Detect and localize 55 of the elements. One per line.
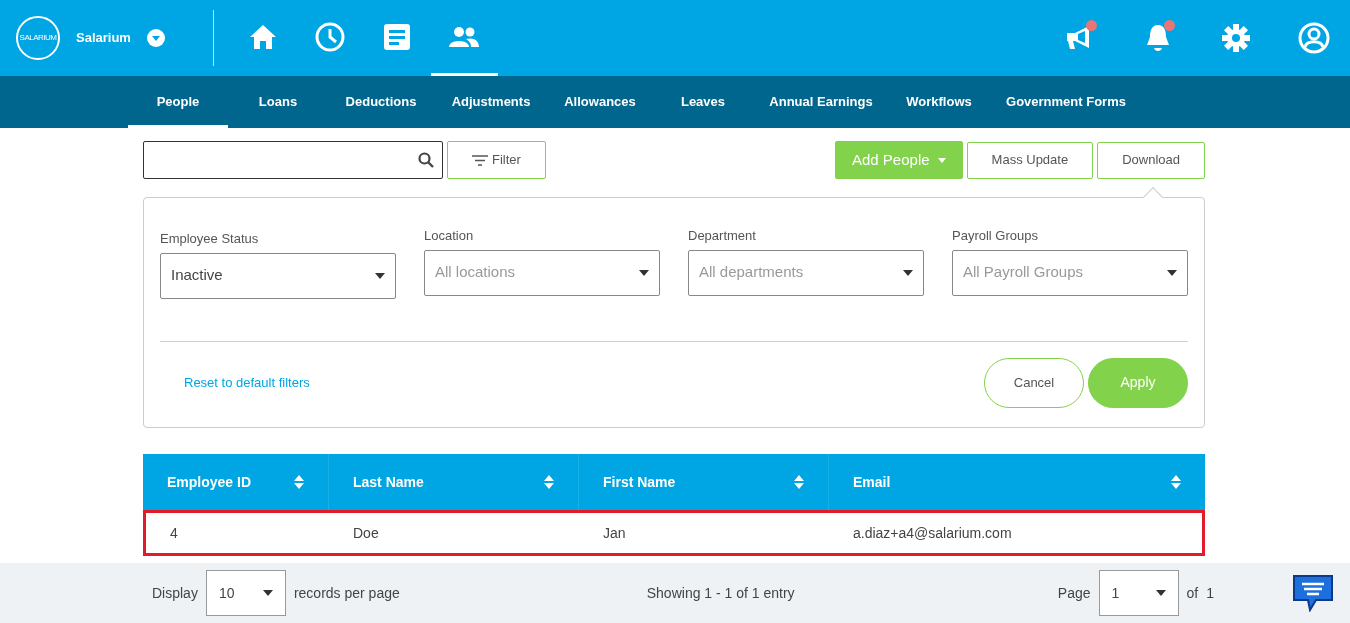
settings-icon	[1222, 24, 1250, 52]
download-button[interactable]: Download	[1097, 141, 1205, 179]
caret-icon	[262, 590, 273, 596]
sort-icon[interactable]	[294, 475, 304, 489]
caret-icon	[1167, 269, 1177, 276]
page-size-select[interactable]: 10	[205, 570, 286, 616]
nav-tab[interactable]: Allowances	[548, 76, 652, 128]
home-icon	[249, 23, 278, 50]
cancel-button[interactable]: Cancel	[984, 357, 1084, 408]
page-select[interactable]: 1	[1098, 570, 1179, 616]
nav-tab[interactable]: Adjustments	[434, 76, 548, 128]
of-label: of	[1186, 583, 1199, 603]
bell-icon	[1145, 23, 1171, 53]
entries-summary: Showing 1 - 1 of 1 entry	[646, 583, 795, 603]
caret-icon	[937, 157, 946, 163]
caret-icon	[903, 269, 913, 276]
caret-icon	[639, 269, 649, 276]
document-icon	[383, 22, 412, 51]
display-label: Display	[152, 583, 198, 603]
dropdown-icon[interactable]	[146, 29, 165, 47]
mass-update-button[interactable]: Mass Update	[966, 141, 1094, 179]
select-field[interactable]: Inactive	[160, 252, 396, 299]
nav-tab[interactable]: Annual Earnings	[754, 76, 888, 128]
filter-button[interactable]: Filter	[447, 141, 546, 179]
chat-button[interactable]	[1290, 572, 1336, 612]
search-icon	[418, 152, 434, 168]
total-pages: 1	[1206, 583, 1214, 603]
brand-name: Salarium	[76, 29, 131, 48]
sort-icon[interactable]	[794, 475, 804, 489]
nav-tab[interactable]: Loans	[228, 76, 328, 128]
caret-icon	[1155, 590, 1166, 596]
field-label: Employee Status	[160, 230, 260, 248]
sort-icon[interactable]	[544, 475, 554, 489]
field-label: Department	[688, 227, 757, 245]
table-cell: Jan	[603, 524, 626, 541]
caret-icon	[375, 272, 385, 279]
nav-tab[interactable]: People	[128, 76, 228, 128]
table-cell: a.diaz+a4@salarium.com	[853, 524, 1012, 541]
sort-icon[interactable]	[1171, 475, 1181, 489]
field-label: Payroll Groups	[952, 227, 1039, 245]
search-field[interactable]	[143, 141, 443, 179]
table-cell: Doe	[353, 524, 379, 541]
records-label: records per page	[293, 583, 400, 603]
nav-tab[interactable]: Workflows	[888, 76, 990, 128]
table-cell: 4	[170, 524, 178, 541]
clock-icon	[315, 21, 346, 52]
page-label: Page	[1057, 583, 1091, 603]
user-icon	[1298, 22, 1330, 54]
nav-tab[interactable]: Deductions	[328, 76, 434, 128]
field-label: Location	[424, 227, 475, 245]
nav-tab[interactable]: Government Forms	[990, 76, 1142, 128]
nav-tab[interactable]: Leaves	[652, 76, 754, 128]
logo: SALARIUM	[16, 16, 60, 60]
people-icon	[449, 26, 480, 47]
filter-icon	[472, 154, 488, 166]
